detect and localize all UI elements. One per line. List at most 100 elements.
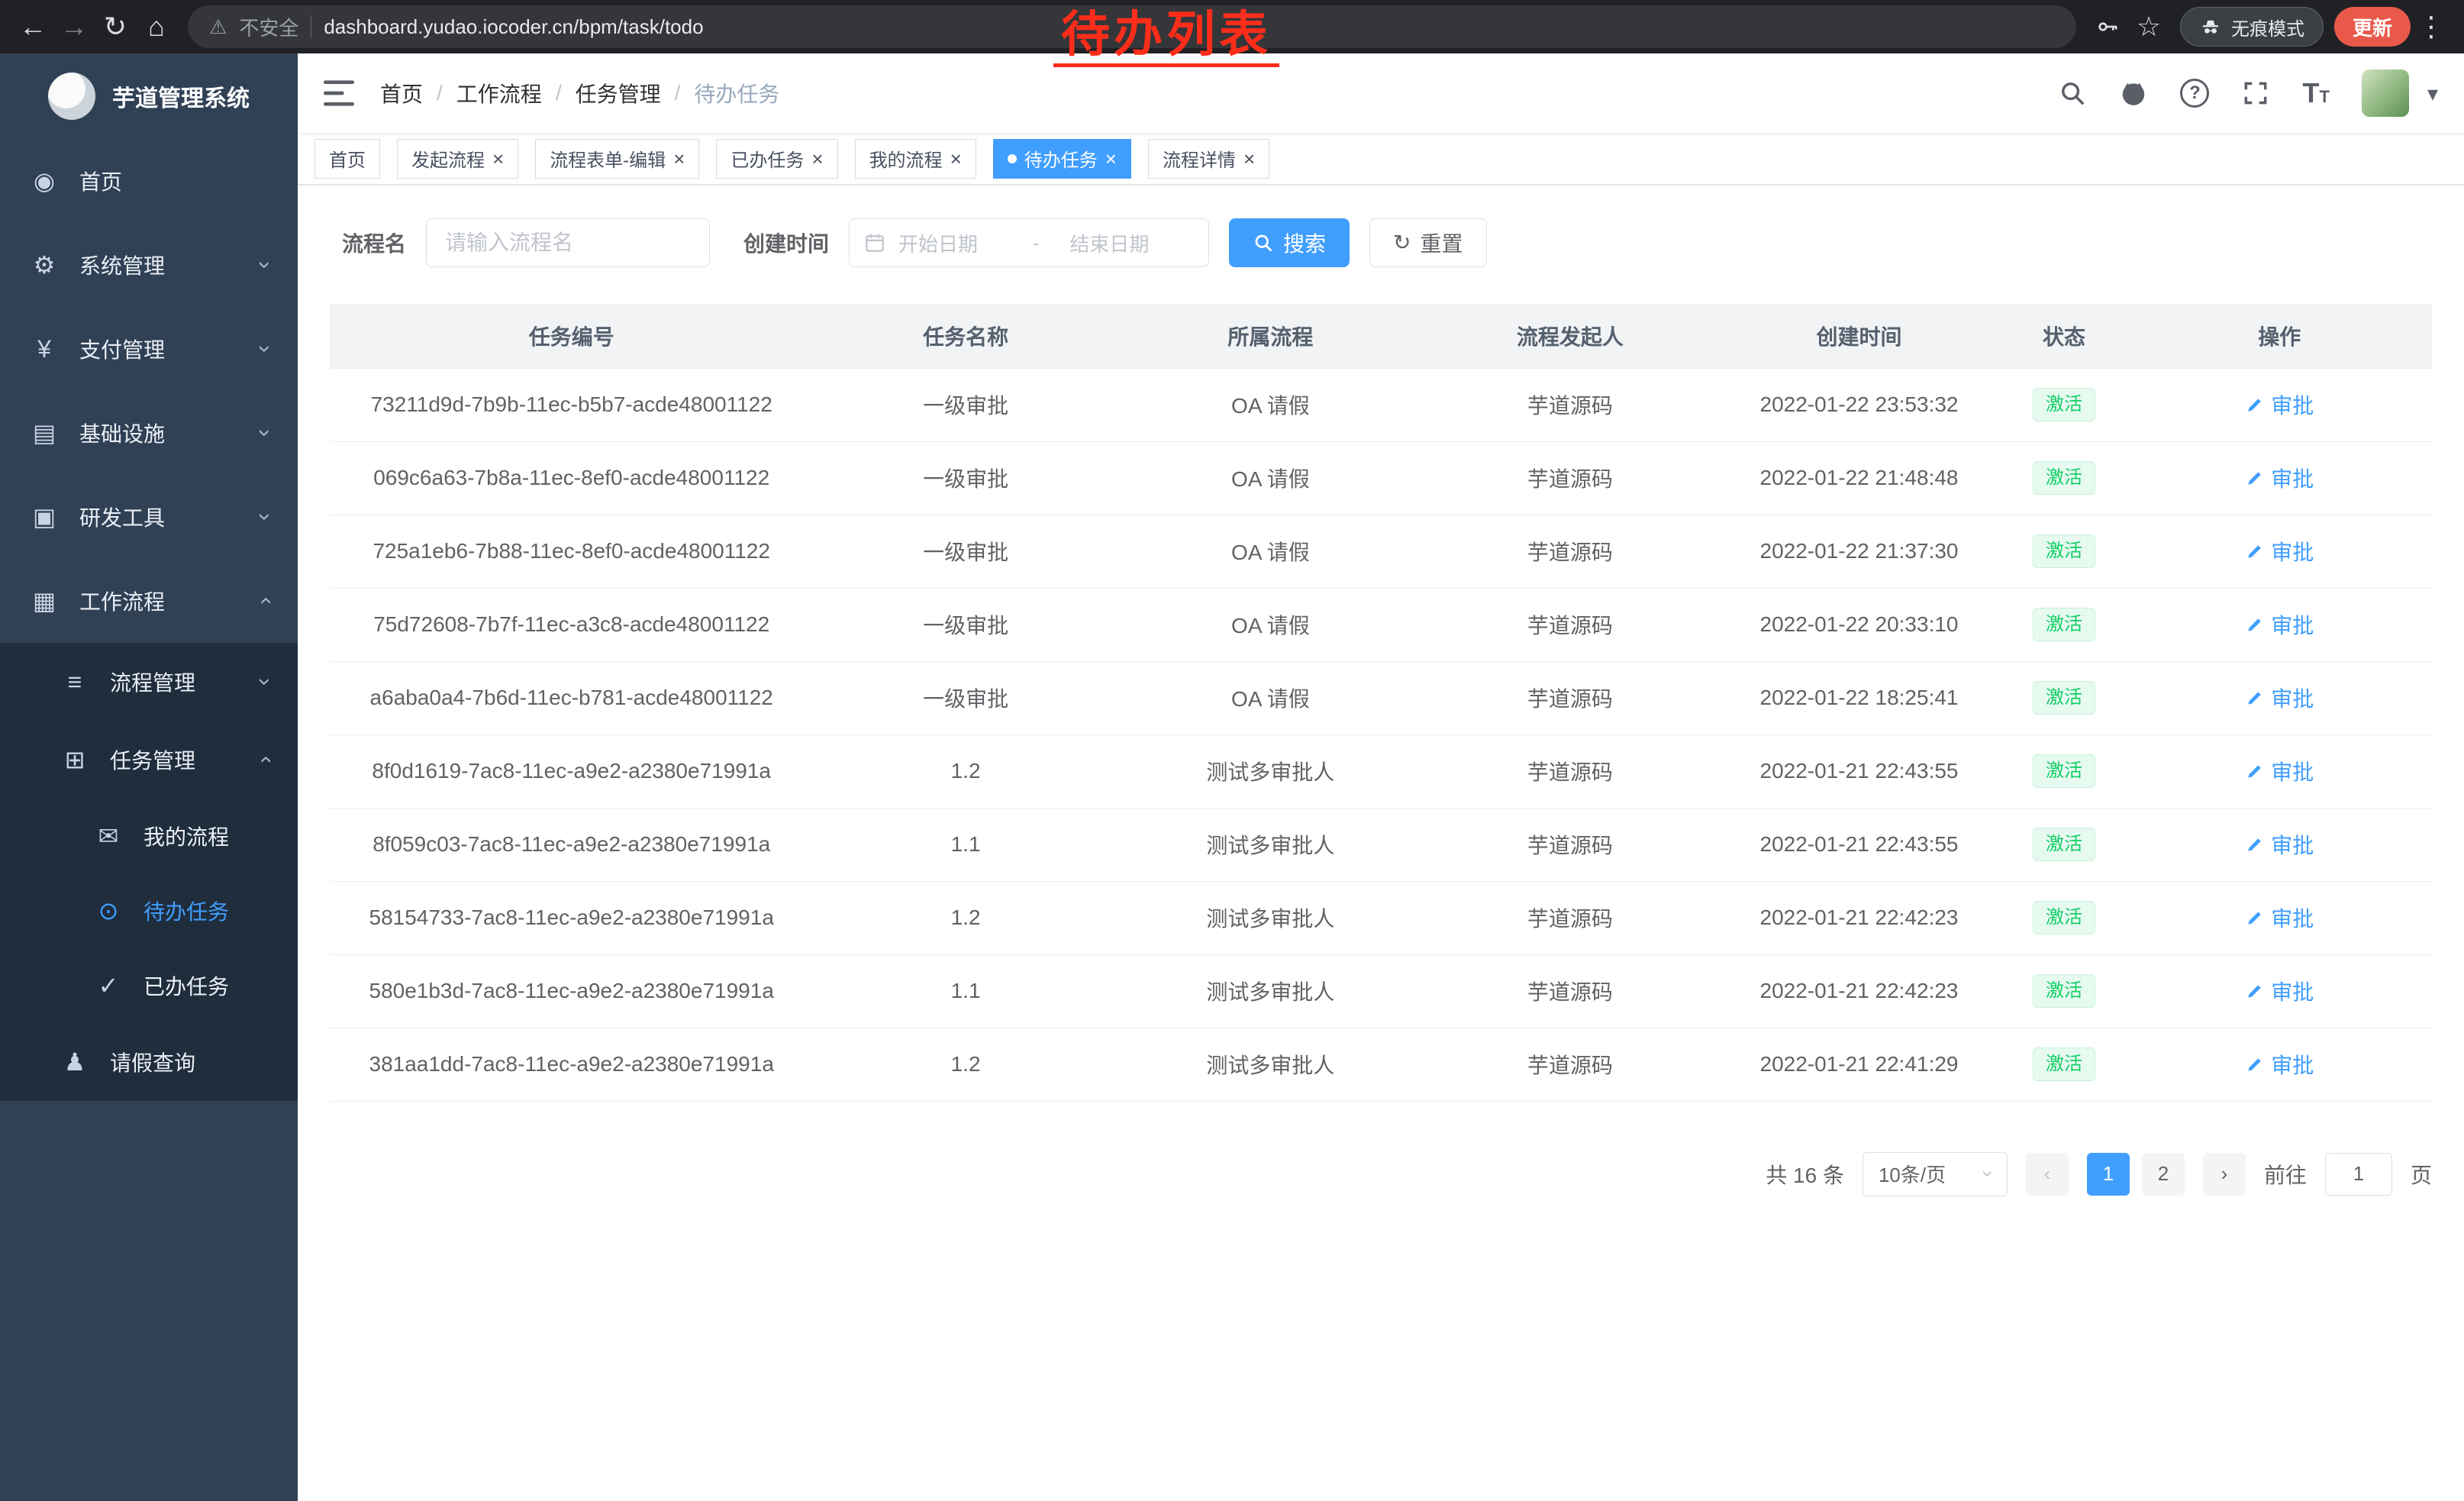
- tab-close-icon[interactable]: ×: [1105, 149, 1117, 169]
- approve-link[interactable]: 审批: [2245, 536, 2314, 567]
- incognito-icon: [2199, 15, 2222, 38]
- next-page-button[interactable]: ›: [2203, 1153, 2246, 1196]
- breadcrumb-item[interactable]: 首页: [380, 78, 423, 108]
- font-size-icon[interactable]: TT: [2302, 79, 2329, 107]
- warning-icon: ⚠: [209, 15, 227, 39]
- approve-link[interactable]: 审批: [2245, 463, 2314, 493]
- tab-3[interactable]: 已办任务×: [716, 139, 837, 179]
- status-cell: 激活: [2001, 1028, 2127, 1101]
- sidebar-item-infrastructure[interactable]: ▤ 基础设施 ›: [0, 391, 298, 475]
- tab-close-icon[interactable]: ×: [492, 149, 504, 169]
- tab-1[interactable]: 发起流程×: [397, 139, 518, 179]
- fullscreen-icon[interactable]: [2241, 79, 2270, 108]
- help-icon[interactable]: ?: [2180, 79, 2209, 108]
- browser-home-icon[interactable]: ⌂: [136, 6, 177, 47]
- top-navbar: 首页 / 工作流程 / 任务管理 / 待办任务 ? TT: [298, 53, 2464, 133]
- sidebar-item-label: 流程管理: [110, 667, 195, 697]
- status-badge: 激活: [2033, 754, 2095, 788]
- approve-link[interactable]: 审批: [2245, 976, 2314, 1006]
- end-date-placeholder[interactable]: 结束日期: [1051, 229, 1192, 257]
- browser-back-icon[interactable]: ←: [12, 6, 53, 47]
- approve-label: 审批: [2271, 389, 2314, 420]
- status-cell: 激活: [2001, 954, 2127, 1028]
- browser-menu-icon[interactable]: ⋮: [2411, 6, 2452, 47]
- page-button-1[interactable]: 1: [2087, 1153, 2130, 1196]
- avatar-caret-icon[interactable]: ▾: [2427, 81, 2438, 106]
- app-logo[interactable]: 芋道管理系统: [0, 53, 298, 139]
- url-text: dashboard.yudao.iocoder.cn/bpm/task/todo: [324, 15, 703, 39]
- page-button-2[interactable]: 2: [2142, 1153, 2185, 1196]
- sidebar-item-label: 工作流程: [79, 586, 165, 616]
- approve-link[interactable]: 审批: [2245, 1049, 2314, 1080]
- sidebar-item-done-task[interactable]: ✓ 已办任务: [0, 948, 298, 1023]
- start-date-placeholder[interactable]: 开始日期: [898, 229, 1021, 257]
- sidebar-item-home[interactable]: ◉ 首页: [0, 139, 298, 223]
- action-cell: 审批: [2127, 954, 2432, 1028]
- create-time-cell: 2022-01-21 22:43:55: [1717, 734, 2001, 808]
- sidebar-item-todo-task[interactable]: ⊙ 待办任务: [0, 873, 298, 948]
- approve-link[interactable]: 审批: [2245, 756, 2314, 786]
- sidebar-menu: ◉ 首页 ⚙ 系统管理 › ¥ 支付管理 › ▤ 基础设施 › ▣ 研发工具 ›: [0, 139, 298, 1101]
- pagination: 共 16 条 10条/页 › ‹ 12 › 前往 页: [330, 1152, 2432, 1196]
- sidebar-item-label: 支付管理: [79, 334, 165, 364]
- search-button-label: 搜索: [1283, 228, 1326, 258]
- tab-2[interactable]: 流程表单-编辑×: [535, 139, 699, 179]
- eye-icon: ⊙: [93, 896, 124, 925]
- edit-pen-icon: [2245, 468, 2265, 488]
- star-icon[interactable]: ☆: [2128, 6, 2169, 47]
- chevron-up-icon: ›: [252, 597, 278, 605]
- breadcrumb-item[interactable]: 工作流程: [456, 78, 542, 108]
- approve-link[interactable]: 审批: [2245, 829, 2314, 860]
- search-icon[interactable]: [2058, 79, 2087, 108]
- action-cell: 审批: [2127, 368, 2432, 441]
- search-button[interactable]: 搜索: [1229, 218, 1350, 267]
- tab-label: 我的流程: [869, 145, 943, 172]
- todo-task-table: 任务编号任务名称所属流程流程发起人创建时间状态操作 73211d9d-7b9b-…: [330, 304, 2432, 1102]
- process-cell: 测试多审批人: [1118, 734, 1423, 808]
- chevron-up-icon: ›: [252, 756, 278, 763]
- browser-forward-icon[interactable]: →: [53, 6, 95, 47]
- sidebar-item-payment-mgmt[interactable]: ¥ 支付管理 ›: [0, 307, 298, 391]
- tab-4[interactable]: 我的流程 ×: [855, 139, 976, 179]
- starter-cell: 芋道源码: [1423, 515, 1717, 588]
- sidebar-item-label: 任务管理: [110, 744, 195, 775]
- status-cell: 激活: [2001, 515, 2127, 588]
- reset-button[interactable]: ↻ 重置: [1369, 218, 1486, 267]
- approve-link[interactable]: 审批: [2245, 683, 2314, 713]
- tab-6[interactable]: 流程详情×: [1148, 139, 1269, 179]
- update-button[interactable]: 更新: [2334, 7, 2411, 47]
- tab-close-icon[interactable]: ×: [673, 149, 685, 169]
- breadcrumb-item[interactable]: 任务管理: [576, 78, 661, 108]
- prev-page-button[interactable]: ‹: [2026, 1153, 2069, 1196]
- page-size-select[interactable]: 10条/页 ›: [1863, 1152, 2008, 1196]
- sidebar-item-process-mgmt[interactable]: ≡ 流程管理 ›: [0, 643, 298, 721]
- tab-close-icon[interactable]: ×: [811, 149, 823, 169]
- approve-link[interactable]: 审批: [2245, 902, 2314, 933]
- action-cell: 审批: [2127, 881, 2432, 954]
- sidebar-item-my-process[interactable]: ✉ 我的流程: [0, 799, 298, 873]
- task-id-cell: 381aa1dd-7ac8-11ec-a9e2-a2380e71991a: [330, 1028, 813, 1101]
- date-range-picker[interactable]: 开始日期 - 结束日期: [849, 218, 1209, 267]
- approve-link[interactable]: 审批: [2245, 389, 2314, 420]
- sidebar-item-dev-tools[interactable]: ▣ 研发工具 ›: [0, 475, 298, 559]
- sidebar-toggle-icon[interactable]: [324, 80, 354, 106]
- key-icon[interactable]: [2087, 6, 2128, 47]
- create-time-cell: 2022-01-21 22:43:55: [1717, 808, 2001, 881]
- tab-0[interactable]: 首页: [314, 139, 380, 179]
- sidebar-item-task-mgmt[interactable]: ⊞ 任务管理 ›: [0, 721, 298, 799]
- goto-page-input[interactable]: [2325, 1153, 2392, 1196]
- approve-link[interactable]: 审批: [2245, 609, 2314, 640]
- sidebar-item-system-mgmt[interactable]: ⚙ 系统管理 ›: [0, 223, 298, 307]
- process-cell: OA 请假: [1118, 661, 1423, 734]
- user-avatar[interactable]: [2362, 69, 2409, 117]
- task-id-cell: 58154733-7ac8-11ec-a9e2-a2380e71991a: [330, 881, 813, 954]
- sidebar-item-workflow[interactable]: ▦ 工作流程 ›: [0, 559, 298, 643]
- tab-5[interactable]: 待办任务×: [993, 139, 1131, 179]
- browser-reload-icon[interactable]: ↻: [95, 6, 136, 47]
- github-icon[interactable]: [2119, 79, 2148, 108]
- process-name-input[interactable]: [426, 218, 710, 267]
- process-cell: OA 请假: [1118, 441, 1423, 515]
- sidebar-item-leave-query[interactable]: ♟ 请假查询: [0, 1023, 298, 1101]
- tab-close-icon[interactable]: ×: [950, 149, 962, 169]
- tab-close-icon[interactable]: ×: [1243, 149, 1255, 169]
